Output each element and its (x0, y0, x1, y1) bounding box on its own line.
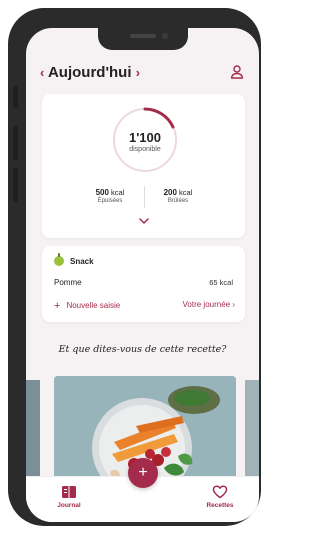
notch (98, 28, 188, 50)
consumed-value: 500 (95, 188, 109, 197)
app-screen: ‹ Aujourd'hui › 1'100 disponible 500 kca… (26, 28, 259, 522)
new-entry-label: Nouvelle saisie (66, 301, 121, 310)
plus-icon: + (54, 300, 61, 312)
previous-recipe-card[interactable] (26, 380, 40, 480)
previous-day-button[interactable]: ‹ (40, 65, 44, 80)
food-item-kcal: 65 kcal (209, 278, 233, 287)
next-recipe-card[interactable] (245, 380, 259, 480)
nav-journal[interactable]: Journal (44, 485, 94, 509)
journal-icon (62, 486, 76, 498)
next-day-button[interactable]: › (136, 65, 140, 80)
burned-label: Brûlées (167, 198, 189, 204)
consumed-label: Épuisées (97, 198, 123, 204)
mute-switch (13, 86, 18, 108)
available-label: disponible (129, 146, 161, 153)
plus-icon: + (138, 464, 148, 481)
page-title: ‹ Aujourd'hui › (40, 64, 140, 81)
apple-icon (54, 253, 64, 266)
calorie-summary-card: 1'100 disponible 500 kcal Épuisées 200 k… (42, 94, 245, 238)
title-text: Aujourd'hui (47, 64, 132, 81)
phone-frame: ‹ Aujourd'hui › 1'100 disponible 500 kca… (8, 8, 261, 526)
volume-down-button (13, 168, 18, 202)
day-header: ‹ Aujourd'hui › (26, 62, 259, 88)
recipes-label: Recettes (206, 502, 234, 509)
nav-recipes[interactable]: Recettes (195, 485, 245, 509)
food-item-name[interactable]: Pomme (54, 278, 82, 287)
new-entry-button[interactable]: + Nouvelle saisie (54, 300, 120, 312)
consumed-stat: 500 kcal Épuisées (80, 188, 140, 204)
your-day-link[interactable]: Votre journée › (183, 300, 235, 309)
snack-card: Snack Pomme 65 kcal + Nouvelle saisie Vot… (42, 246, 245, 322)
burned-stat: 200 kcal Brûlées (148, 188, 208, 204)
front-camera (162, 33, 168, 39)
burned-unit: kcal (179, 188, 193, 197)
available-calories: 1'100 (128, 130, 161, 145)
recipe-tagline: Et que dites-vous de cette recette? (58, 344, 227, 355)
add-button[interactable]: + (128, 458, 158, 488)
consumed-unit: kcal (111, 188, 125, 197)
burned-value: 200 (163, 188, 177, 197)
chevron-down-icon[interactable] (137, 216, 151, 226)
heart-icon (212, 485, 228, 499)
snack-title: Snack (70, 257, 94, 266)
person-icon[interactable] (229, 64, 245, 80)
snack-header: Snack (54, 253, 94, 266)
stat-divider (144, 186, 145, 208)
journal-label: Journal (57, 502, 81, 509)
volume-up-button (13, 126, 18, 160)
speaker (130, 34, 156, 38)
